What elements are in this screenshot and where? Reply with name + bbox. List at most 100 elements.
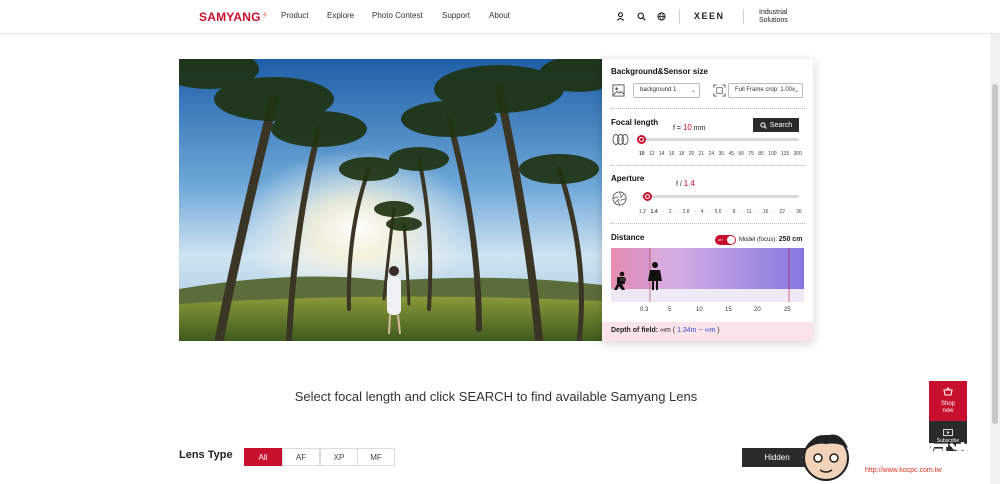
aperture-tick-14: · [756,209,759,215]
background-select-value: background 1 [640,87,677,93]
dof-value-primary: ∞m [660,327,671,334]
focal-tick-12: 85 [758,151,764,157]
aperture-tick-3: 2 [668,209,672,215]
dof-label: Depth of field: [611,327,660,334]
sensor-select[interactable]: Full Frame crop: 1.00x ⌄ [728,83,803,98]
distance-tick-1: 5 [668,307,672,313]
watermark-text: 電腦王阿達 [856,442,973,468]
aperture-tick-6: · [694,209,696,215]
toggle-knob [727,236,735,244]
industrial-solutions-link[interactable]: Industrial Solutions [759,9,788,25]
focal-tick-6: 21 [698,151,705,157]
distance-tick-2: 10 [696,307,703,313]
section-divider [611,165,805,166]
image-icon [611,83,625,97]
nav-product[interactable]: Product [281,11,309,20]
sensor-select-value: Full Frame crop: 1.00x [735,87,796,93]
shop-now-line1: Shop [940,401,955,407]
xeen-link[interactable]: XEEN [694,11,725,21]
search-button[interactable]: Search [753,118,799,132]
nav-photo-contest[interactable]: Photo Contest [372,11,423,20]
lens-type-mf[interactable]: MF [357,448,395,466]
focal-prefix: f = [673,125,683,132]
search-icon[interactable] [636,11,646,21]
samyang-logo[interactable]: SAMYANG⚡ [199,10,268,24]
focal-unit: mm [691,125,706,132]
aperture-slider-handle[interactable] [642,192,652,201]
distance-tick-0: 0.3 [640,307,649,313]
focal-tick-4: 18 [678,151,685,157]
search-button-label: Search [769,121,793,129]
aperture-tick-0: 1.2 [639,209,646,215]
chevron-down-icon: ⌄ [690,88,696,94]
globe-icon[interactable] [656,11,666,21]
shop-now-button[interactable]: Shop now [929,381,967,421]
distance-visualizer[interactable] [611,248,804,302]
model-toggle[interactable]: on [715,235,736,245]
lens-type-xp[interactable]: XP [320,448,358,466]
aperture-tick-15: 16 [762,209,769,215]
top-header: SAMYANG⚡ Product Explore Photo Contest S… [0,0,1000,34]
aperture-tick-13: 11 [746,209,752,215]
aperture-tick-17: 22 [779,209,786,215]
aperture-tick-10: · [726,209,728,215]
focal-tick-1: 12 [648,151,655,157]
focal-tick-11: 75 [748,151,754,157]
user-icon[interactable] [615,11,625,21]
toggle-label: on [718,237,723,242]
aperture-ticks: 1.2 1.4 · 2 · 2.8 · 4 · 5.6 · 8 · 11 · 16 · 22 · 36 [639,209,802,215]
focal-tick-13: 100 [768,151,777,157]
distance-tick-3: 15 [725,307,732,313]
focal-tick-9: 45 [728,151,734,157]
nav-support[interactable]: Support [442,11,470,20]
aperture-icon [611,190,627,206]
industrial-line1: Industrial [759,9,788,16]
aperture-slider-track[interactable] [641,195,799,198]
background-select[interactable]: background 1 ⌄ [633,83,700,98]
focal-length-slider-track[interactable] [641,138,799,141]
header-divider [743,10,744,24]
depth-of-field-readout: Depth of field: ∞m ( 1.34m ~ ∞m ) [602,322,813,341]
aperture-tick-8: · [708,209,710,215]
distance-tick-4: 20 [754,307,761,313]
nav-about[interactable]: About [489,11,510,20]
dof-range: 1.34m ~ ∞m [677,327,716,334]
industrial-line2: Solutions [759,17,788,24]
search-icon [760,121,767,129]
model-focus-label: Model (focus): [739,237,779,243]
aperture-tick-5: 2.8 [682,209,690,215]
lens-simulator-panel: Background&Sensor size background 1 ⌄ Fu… [602,59,813,341]
focal-tick-10: 50 [738,151,744,157]
focal-tick-7: 24 [708,151,715,157]
nav-explore[interactable]: Explore [327,11,354,20]
lens-type-af[interactable]: AF [282,448,320,466]
aperture-tick-11: 8 [732,209,736,215]
aperture-tick-12: · [740,209,742,215]
focal-tick-3: 16 [668,151,675,157]
focal-length-ticks: 10 12 14 16 18 20 21 24 35 45 50 75 85 100 135 300 [639,151,802,157]
shopping-basket-icon [929,387,967,397]
header-divider [679,10,680,24]
shop-now-line2: now [942,408,954,414]
lens-preview-photo [179,59,602,341]
dof-paren-close: ) [715,327,720,334]
scrollbar-thumb[interactable] [992,84,998,424]
section-divider [611,223,805,224]
model-focus-value: 250 cm [778,236,803,243]
background-sensor-title: Background&Sensor size [611,67,708,76]
aperture-title: Aperture [611,174,645,183]
visibility-select-value: Hidden [764,453,790,462]
lens-type-label: Lens Type [179,449,233,461]
lens-barrel-icon [611,133,630,145]
focal-value: 10 [682,123,692,132]
aperture-tick-9: 5.6 [714,209,722,215]
aperture-tick-1: 1.4 [650,209,658,215]
aperture-tick-2: · [662,209,665,215]
focal-tick-15: 300 [793,151,802,157]
focal-length-slider-handle[interactable] [636,135,646,144]
aperture-readout: f / 1.4 [676,179,695,188]
chevron-down-icon: ⌄ [793,88,799,94]
distance-title: Distance [611,233,645,242]
lens-type-all[interactable]: All [244,448,282,466]
crop-frame-icon [712,83,726,97]
